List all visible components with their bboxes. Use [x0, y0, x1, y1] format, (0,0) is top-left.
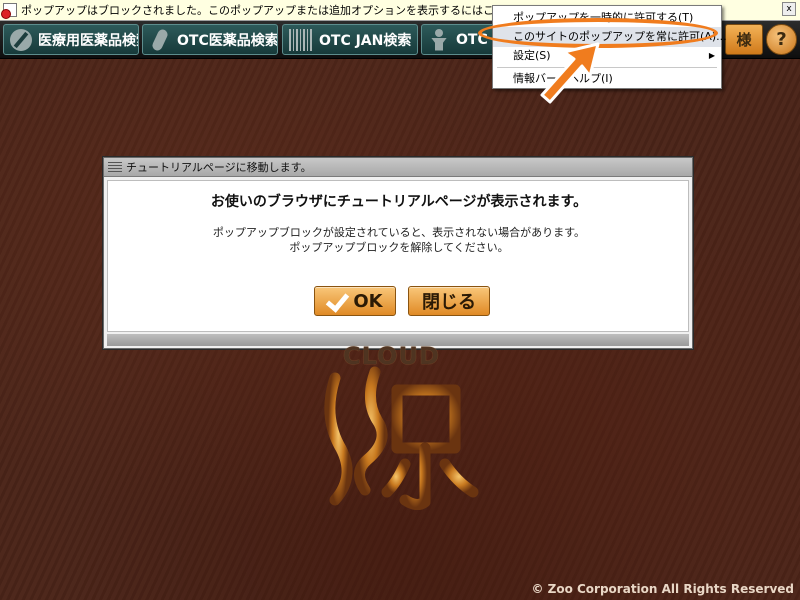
ethical-drug-search-label: 医療用医薬品検索 — [38, 32, 139, 49]
dialog-message-line2: ポップアップブロックを解除してください。 — [289, 241, 509, 254]
close-button[interactable]: 閉じる — [408, 286, 490, 316]
ok-button-label: OK — [353, 290, 383, 312]
cloud-logo-icon — [324, 366, 479, 510]
close-button-label: 閉じる — [422, 292, 476, 313]
popup-blocked-icon — [1, 3, 17, 19]
otc-drug-search-button[interactable]: OTC医薬品検索 — [142, 24, 278, 55]
slash-circle-icon — [10, 28, 32, 51]
copyright-text: © Zoo Corporation All Rights Reserved — [531, 582, 794, 596]
dialog-message-line1: ポップアップブロックが設定されていると、表示されない場合があります。 — [212, 226, 586, 239]
submenu-arrow-icon: ▶ — [708, 51, 715, 60]
dialog-heading: お使いのブラウザにチュートリアルページが表示されます。 — [210, 194, 588, 210]
otc-jan-search-button[interactable]: OTC JAN検索 — [282, 24, 418, 55]
person-icon — [428, 28, 450, 51]
infobar-close-button[interactable]: x — [782, 2, 796, 16]
user-button-label: 様 — [736, 31, 752, 49]
capsule-icon — [150, 27, 170, 52]
pointer-arrow-icon — [540, 42, 600, 104]
otc-jan-search-label: OTC JAN検索 — [319, 32, 412, 49]
checkmark-icon — [327, 292, 347, 310]
help-button[interactable]: ? — [766, 24, 797, 55]
tutorial-dialog: チュートリアルページに移動します。 お使いのブラウザにチュートリアルページが表示… — [103, 157, 693, 349]
dialog-title: チュートリアルページに移動します。 — [104, 158, 692, 177]
ethical-drug-search-button[interactable]: 医療用医薬品検索 — [3, 24, 139, 55]
ok-button[interactable]: OK — [314, 286, 396, 316]
barcode-icon — [289, 28, 313, 51]
question-icon: ? — [776, 29, 787, 50]
otc-drug-search-label: OTC医薬品検索 — [177, 32, 278, 49]
user-button[interactable]: 様 — [725, 24, 763, 55]
dialog-body: お使いのブラウザにチュートリアルページが表示されます。 ポップアップブロックが設… — [107, 180, 689, 332]
